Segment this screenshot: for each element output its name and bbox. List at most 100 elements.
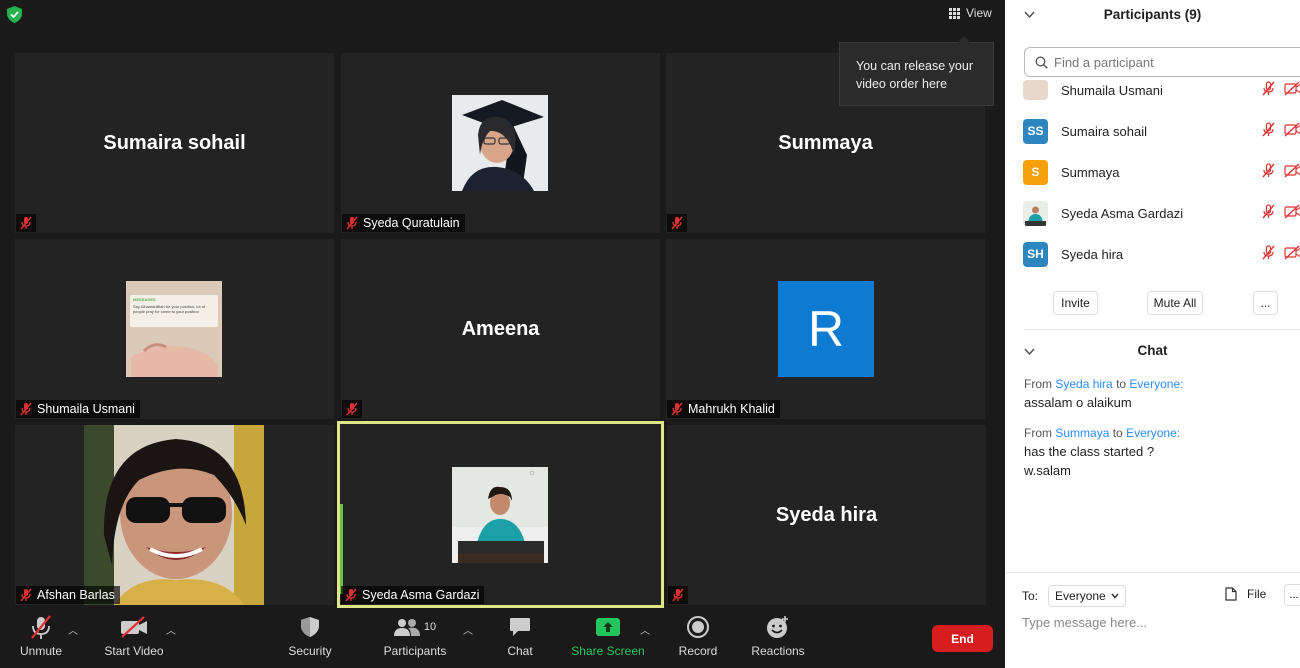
participants-more-button[interactable]: ...	[1253, 291, 1278, 315]
from-prefix: From	[1024, 377, 1052, 391]
record-label: Record	[678, 644, 718, 658]
grid-view-icon	[949, 7, 960, 19]
mute-all-button[interactable]: Mute All	[1147, 291, 1203, 315]
chat-label: Chat	[507, 644, 533, 658]
muted-mic-icon	[20, 216, 32, 230]
from-prefix: From	[1024, 426, 1052, 440]
muted-mic-icon	[346, 216, 358, 230]
start-video-button[interactable]: Start Video	[104, 610, 164, 668]
video-off-icon[interactable]	[1284, 204, 1300, 219]
chat-message-text: assalam o alaikum	[1024, 395, 1132, 410]
chat-sender-link[interactable]: Summaya	[1055, 426, 1109, 440]
video-off-icon[interactable]	[1284, 122, 1300, 137]
share-options-caret-icon[interactable]: ︿	[640, 622, 650, 637]
chat-sender-link[interactable]: Syeda hira	[1055, 377, 1112, 391]
participant-name-label: Shumaila Usmani	[37, 402, 135, 416]
participant-display-name: Sumaira sohail	[103, 131, 246, 154]
participants-options-caret-icon[interactable]: ︿	[463, 622, 473, 637]
chat-message-input[interactable]: Type message here...	[1022, 615, 1147, 630]
chat-message-text: has the class started ?	[1024, 444, 1155, 459]
participant-name: Sumaira sohail	[1061, 123, 1147, 139]
video-options-caret-icon[interactable]: ︿	[166, 622, 176, 637]
end-meeting-button[interactable]: End	[932, 625, 993, 652]
participant-row[interactable]: SH Syeda hira	[1023, 239, 1300, 269]
video-tile[interactable]: Syeda hira	[667, 425, 986, 605]
video-gallery: View Sumaira sohail Syeda Quratulain Sum…	[0, 0, 1005, 668]
meeting-toolbar: Unmute ︿ Start Video ︿ Security 10 Parti…	[0, 610, 1005, 668]
release-video-order-tooltip: You can release your video order here	[839, 36, 994, 106]
record-button[interactable]: Record	[678, 610, 718, 668]
muted-mic-icon	[672, 588, 684, 602]
chat-more-button[interactable]: ...	[1284, 584, 1300, 606]
participant-avatar: S	[1023, 159, 1048, 185]
encryption-shield-icon[interactable]	[7, 6, 22, 23]
muted-mic-icon[interactable]	[1261, 122, 1276, 137]
chat-message-meta: From Syeda hira to Everyone:	[1024, 377, 1183, 391]
chevron-down-icon	[1111, 593, 1119, 599]
participant-name: Summaya	[1061, 164, 1120, 180]
chat-recipient-row: To: Everyone	[1022, 585, 1126, 607]
tile-status: Mahrukh Khalid	[667, 400, 780, 418]
invite-button[interactable]: Invite	[1053, 291, 1098, 315]
file-button[interactable]: File	[1225, 587, 1266, 601]
avatar-photo-image	[1023, 200, 1048, 226]
video-tile[interactable]: R Mahrukh Khalid	[666, 239, 985, 419]
video-tile[interactable]: Ameena	[341, 239, 660, 419]
reactions-button[interactable]: Reactions	[751, 610, 805, 668]
participant-name: Shumaila Usmani	[1061, 82, 1163, 98]
tile-status	[342, 400, 362, 418]
to-prefix: to	[1116, 377, 1127, 391]
video-tile[interactable]: Sumaira sohail	[15, 53, 334, 233]
video-off-icon	[121, 616, 147, 638]
chat-panel-title: Chat	[1137, 343, 1168, 358]
muted-mic-icon[interactable]	[1261, 163, 1276, 178]
muted-mic-icon	[671, 402, 683, 416]
muted-mic-icon	[20, 402, 32, 416]
participants-panel-header: Participants (9)	[1005, 0, 1300, 32]
reactions-smiley-icon	[767, 616, 788, 638]
participant-name: Syeda Asma Gardazi	[1061, 205, 1184, 221]
muted-mic-icon	[20, 588, 32, 602]
chat-recipient-link[interactable]: Everyone:	[1126, 426, 1180, 440]
share-screen-button[interactable]: Share Screen	[571, 610, 645, 668]
participant-row[interactable]: Syeda Asma Gardazi	[1023, 198, 1300, 228]
participants-count: 10	[423, 621, 437, 633]
muted-mic-icon[interactable]	[1261, 245, 1276, 260]
active-speaker-tile[interactable]: Syeda Asma Gardazi	[337, 421, 664, 608]
participant-avatar: SS	[1023, 118, 1048, 144]
participant-name: Syeda hira	[1061, 246, 1124, 262]
find-participant-search[interactable]: Find a participant	[1024, 47, 1300, 77]
participants-panel-title: Participants (9)	[1103, 7, 1202, 22]
video-tile[interactable]: Afshan Barlas	[15, 425, 334, 605]
search-icon	[1035, 56, 1048, 69]
recipient-selected: Everyone	[1055, 589, 1106, 603]
video-tile[interactable]: MESSAGES Say Alhamdulillah for your posi…	[15, 239, 334, 419]
video-off-icon[interactable]	[1284, 245, 1300, 260]
audio-options-caret-icon[interactable]: ︿	[68, 622, 78, 637]
panel-divider	[1024, 329, 1300, 330]
participant-video-image	[84, 425, 264, 605]
tile-status: Syeda Quratulain	[342, 214, 465, 232]
tile-status	[667, 214, 687, 232]
muted-mic-icon[interactable]	[1261, 81, 1276, 96]
participants-button[interactable]: 10 Participants	[383, 610, 447, 668]
video-off-icon[interactable]	[1284, 81, 1300, 96]
recipient-dropdown[interactable]: Everyone	[1048, 585, 1126, 607]
view-button[interactable]: View	[941, 2, 997, 24]
tile-status: Syeda Asma Gardazi	[341, 586, 485, 604]
file-label: File	[1247, 587, 1267, 601]
graduate-photo	[452, 95, 548, 191]
chat-compose-area: To: Everyone File ... Type message here.…	[1005, 572, 1300, 668]
participant-display-name: Ameena	[461, 317, 540, 340]
participant-row[interactable]: SS Sumaira sohail	[1023, 116, 1300, 146]
security-button[interactable]: Security	[288, 610, 332, 668]
participant-row[interactable]: S Summaya	[1023, 157, 1300, 187]
video-tile[interactable]: Syeda Quratulain	[341, 53, 660, 233]
muted-mic-icon[interactable]	[1261, 204, 1276, 219]
file-icon	[1225, 587, 1237, 601]
video-off-icon[interactable]	[1284, 163, 1300, 178]
chat-button[interactable]: Chat	[503, 610, 537, 668]
unmute-button[interactable]: Unmute	[18, 610, 64, 668]
participant-row[interactable]: Shumaila Usmani	[1023, 78, 1300, 102]
chat-recipient-link[interactable]: Everyone:	[1129, 377, 1183, 391]
